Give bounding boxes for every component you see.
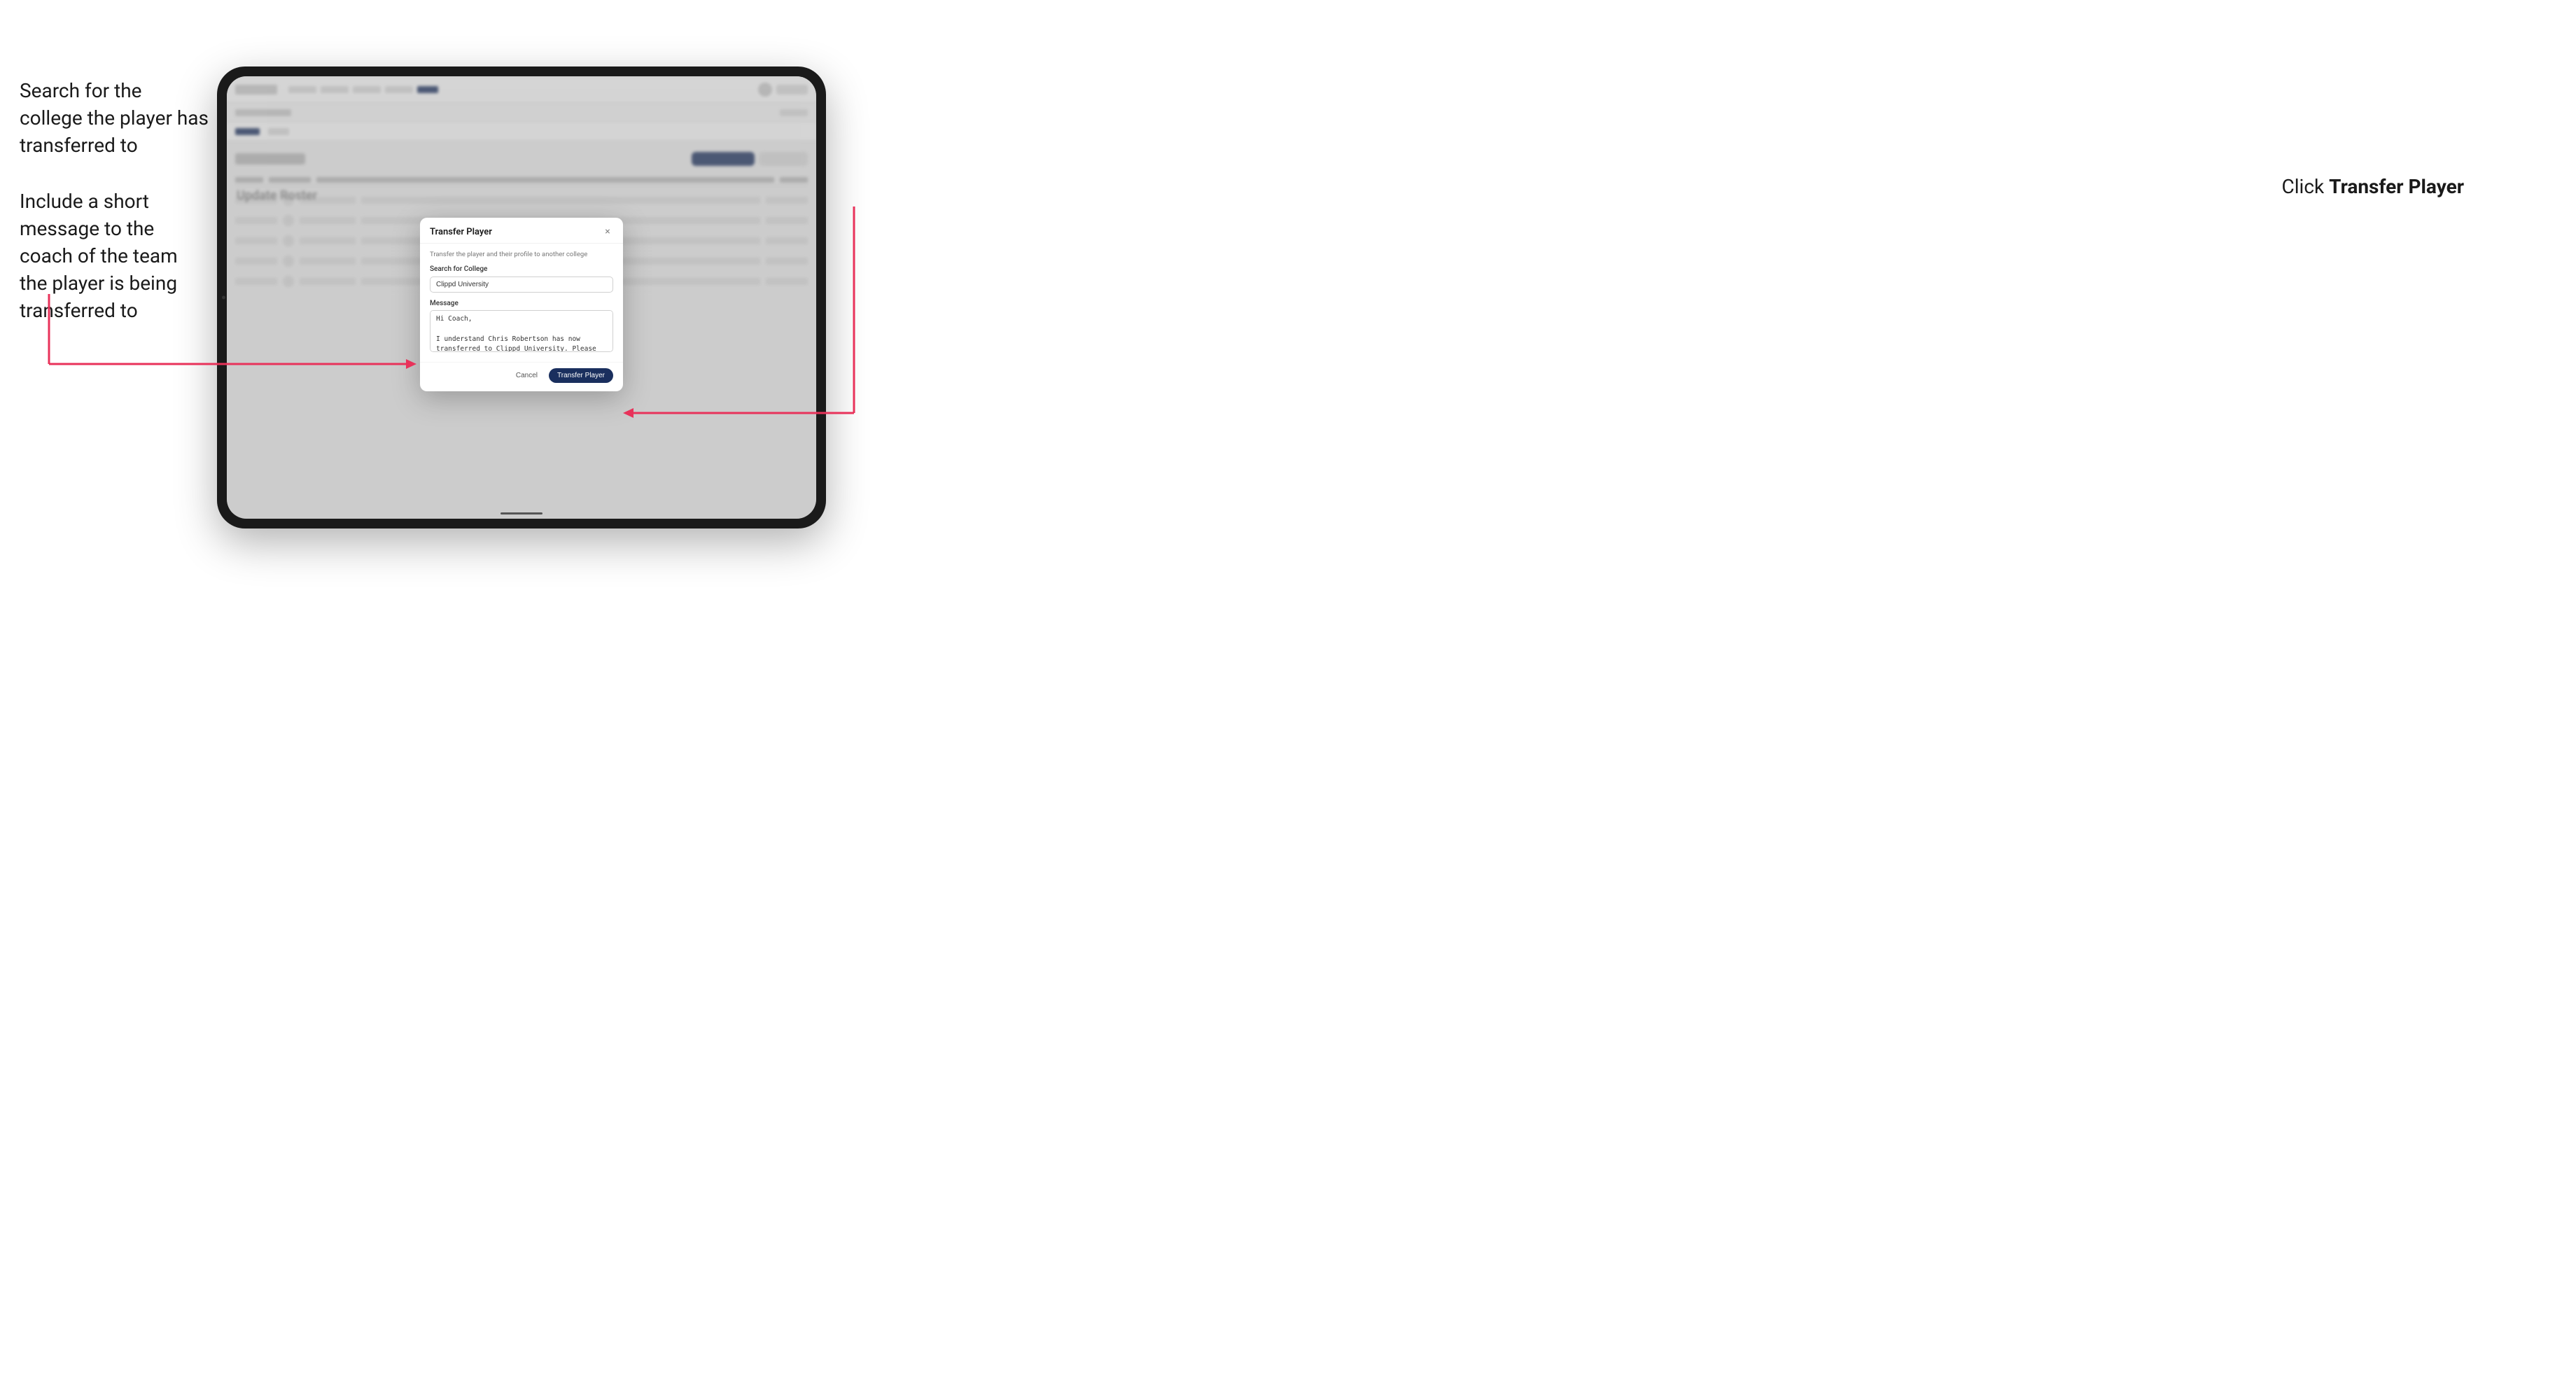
ipad-home-bar <box>500 512 542 514</box>
search-college-input[interactable] <box>430 276 613 293</box>
modal-body: Transfer the player and their profile to… <box>420 244 623 362</box>
transfer-player-button[interactable]: Transfer Player <box>549 368 613 383</box>
annotation-left: Search for the college the player has tr… <box>20 77 209 353</box>
message-textarea[interactable]: Hi Coach, I understand Chris Robertson h… <box>430 310 613 352</box>
message-label: Message <box>430 300 613 307</box>
cancel-button[interactable]: Cancel <box>510 369 543 382</box>
modal-overlay: Transfer Player × Transfer the player an… <box>227 76 816 519</box>
search-college-label: Search for College <box>430 265 613 273</box>
modal-header: Transfer Player × <box>420 218 623 244</box>
annotation-right: Click Transfer Player <box>2282 175 2464 198</box>
modal-title: Transfer Player <box>430 227 492 237</box>
annotation-text-2: Include a short message to the coach of … <box>20 188 209 325</box>
modal-close-button[interactable]: × <box>602 226 613 237</box>
transfer-player-modal: Transfer Player × Transfer the player an… <box>420 218 623 391</box>
ipad-frame: Update Roster Transfer Player × Transfer… <box>217 66 826 528</box>
annotation-text-1: Search for the college the player has tr… <box>20 77 209 160</box>
modal-footer: Cancel Transfer Player <box>420 362 623 391</box>
ipad-screen: Update Roster Transfer Player × Transfer… <box>227 76 816 519</box>
modal-description: Transfer the player and their profile to… <box>430 251 613 258</box>
ipad-camera <box>222 296 225 300</box>
annotation-right-bold: Transfer Player <box>2329 175 2464 198</box>
annotation-right-prefix: Click <box>2282 175 2330 198</box>
